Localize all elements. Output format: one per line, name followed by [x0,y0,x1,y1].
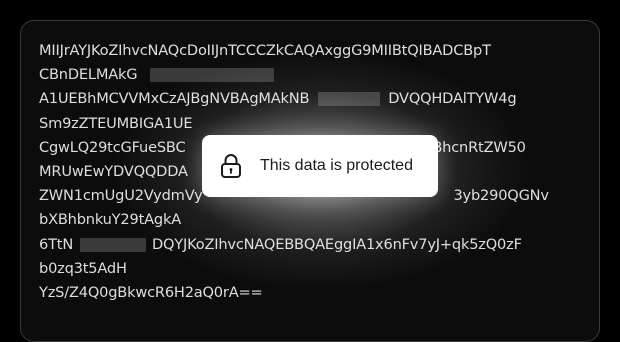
protected-message: This data is protected [260,157,413,174]
code-text: A1UEBhMCVVMxCzAJBgNVBAgMAkNB [39,90,310,108]
protected-data-notice: This data is protected [202,135,438,197]
lock-icon [219,152,243,180]
code-text: DQYJKoZIhvcNAQEBBQAEggIA1x6nFv7yJ+qk5zQ0… [151,235,522,253]
code-text: YzS/Z4Q0gBkwcR6H2aQ0rA== [39,283,263,301]
code-text: 6TtN [39,235,74,253]
code-text: MIIJrAYJKoZIhvcNAQcDoIIJnTCCCZkCAQAxggG9… [39,42,491,59]
code-text: bXBhbnkuY29tAgkA [39,211,181,229]
code-line: YzS/Z4Q0gBkwcR6H2aQ0rA== [39,281,549,305]
code-text: CgwLQ29tcGFueSBC [39,138,186,156]
code-text: CBnDELMAkG [39,66,138,84]
code-text: MRUwEwYDVQQDDA [39,162,188,180]
code-line: Sm9zZTEUMBIGA1UE [39,112,549,136]
code-line: A1UEBhMCVVMxCzAJBgNVBAgMAkNB DVQQHDAlTYW… [39,87,549,111]
code-text: ZWN1cmUgU2VydmVy [39,187,203,205]
redacted-segment [317,92,380,107]
code-line: 6TtN DQYJKoZIhvcNAQEBBQAEggIA1x6nFv7yJ+q… [39,233,549,257]
code-line: MIIJrAYJKoZIhvcNAQcDoIIJnTCCCZkCAQAxggG9… [39,39,549,63]
code-text: 3yb290QGNv [453,187,549,205]
code-line: CBnDELMAkG [39,63,549,87]
code-text: Sm9zZTEUMBIGA1UE [39,114,193,132]
code-text: b0zq3t5AdH [39,259,127,277]
code-line: bXBhbnkuY29tAgkA [39,208,549,232]
redacted-segment [149,68,274,83]
code-text: BhcnRtZW50 [432,138,526,156]
code-text: DVQQHDAlTYW4g [388,90,517,108]
code-line: b0zq3t5AdH [39,257,549,281]
redacted-segment [79,237,146,252]
